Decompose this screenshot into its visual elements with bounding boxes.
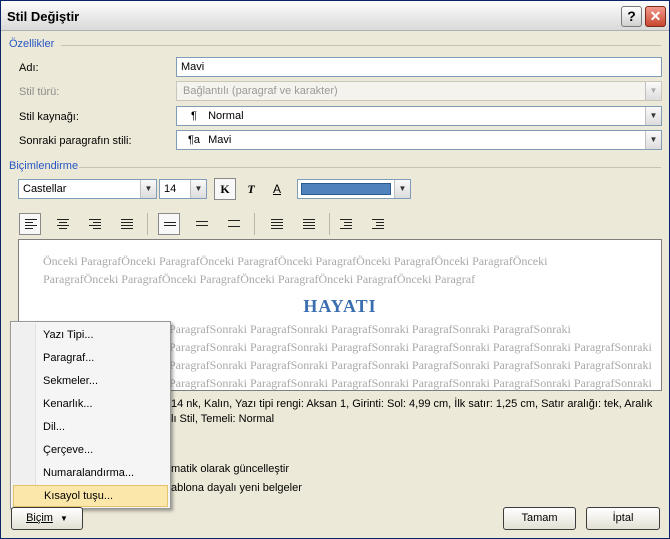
bold-button[interactable]: K (214, 178, 236, 200)
increase-indent-icon (372, 219, 384, 231)
style-type-select[interactable]: Bağlantılı (paragraf ve karakter) ▼ (176, 81, 662, 101)
double-spacing-icon (228, 220, 240, 229)
decrease-spacing-button[interactable] (297, 213, 319, 235)
font-name-value: Castellar (23, 183, 67, 195)
caret-down-icon: ▼ (60, 514, 68, 523)
font-size-value: 14 (164, 183, 177, 195)
preview-next-line: ParagrafSonraki ParagrafSonraki Paragraf… (169, 322, 571, 336)
modify-style-dialog: Stil Değiştir ? ✕ Özellikler Adı: Mavi S… (0, 0, 670, 539)
preview-next-line: ParagrafSonraki ParagrafSonraki Paragraf… (169, 376, 652, 390)
decrease-indent-icon (340, 219, 352, 231)
ok-button[interactable]: Tamam (503, 507, 576, 530)
decrease-spacing-icon (303, 219, 315, 231)
justify-button[interactable] (115, 213, 137, 235)
chevron-down-icon: ▼ (190, 180, 206, 198)
preview-previous-line: Önceki ParagrafÖnceki ParagrafÖnceki Par… (43, 254, 548, 268)
align-center-button[interactable] (51, 213, 73, 235)
based-on-value-wrap: ¶ Normal (183, 110, 244, 122)
double-spacing-button[interactable] (222, 213, 244, 235)
chevron-down-icon: ▼ (645, 82, 661, 100)
decrease-indent-button[interactable] (334, 213, 356, 235)
dialog-title: Stil Değiştir (7, 9, 80, 24)
align-center-icon (57, 219, 69, 231)
preview-next-line: ParagrafSonraki ParagrafSonraki Paragraf… (169, 340, 652, 354)
based-on-label: Stil kaynağı: (19, 111, 79, 123)
style-type-value: Bağlantılı (paragraf ve karakter) (183, 85, 338, 97)
align-right-button[interactable] (83, 213, 105, 235)
menu-item-frame[interactable]: Çerçeve... (13, 439, 168, 461)
paragraph-mark-icon: ¶ (191, 110, 197, 122)
increase-indent-button[interactable] (366, 213, 388, 235)
preview-previous-paragraph: Önceki ParagrafÖnceki ParagrafÖnceki Par… (43, 252, 547, 288)
single-spacing-icon (164, 222, 176, 228)
menu-item-tabs[interactable]: Sekmeler... (13, 370, 168, 392)
preview-next-line: ParagrafSonraki ParagrafSonraki Paragraf… (169, 358, 652, 372)
formatting-divider (79, 167, 661, 168)
style-type-label: Stil türü: (19, 86, 60, 98)
auto-update-checkbox-label[interactable]: matik olarak güncelleştir (171, 463, 289, 475)
menu-item-paragraph[interactable]: Paragraf... (13, 347, 168, 369)
toolbar-separator (147, 213, 148, 235)
new-documents-radio-label[interactable]: ablona dayalı yeni belgeler (171, 482, 302, 494)
increase-spacing-icon (271, 219, 283, 231)
format-menu: Yazı Tipi... Paragraf... Sekmeler... Ken… (10, 321, 171, 509)
next-style-value-wrap: ¶a Mavi (183, 134, 231, 146)
align-left-button[interactable] (19, 213, 41, 235)
font-name-select[interactable]: Castellar ▼ (18, 179, 157, 199)
chevron-down-icon: ▼ (394, 180, 410, 198)
toolbar-separator (254, 213, 255, 235)
chevron-down-icon: ▼ (645, 107, 661, 125)
chevron-down-icon: ▼ (645, 131, 661, 149)
properties-divider (61, 45, 661, 46)
one-half-spacing-icon (196, 221, 208, 228)
toolbar-separator (329, 213, 330, 235)
menu-item-shortcut-key[interactable]: Kısayol tuşu... (13, 485, 168, 507)
one-half-spacing-button[interactable] (190, 213, 212, 235)
title-bar: Stil Değiştir ? ✕ (1, 1, 669, 31)
font-size-select[interactable]: 14 ▼ (159, 179, 207, 199)
menu-item-font[interactable]: Yazı Tipi... (13, 324, 168, 346)
cancel-button[interactable]: İptal (586, 507, 660, 530)
chevron-down-icon: ▼ (140, 180, 156, 198)
menu-item-numbering[interactable]: Numaralandırma... (13, 462, 168, 484)
preview-previous-line: ParagrafÖnceki ParagrafÖnceki ParagrafÖn… (43, 272, 476, 286)
single-spacing-button[interactable] (158, 213, 180, 235)
next-style-label: Sonraki paragrafın stili: (19, 135, 132, 147)
preview-sample-text: HAYATI (303, 296, 377, 316)
format-button-label: Biçim (26, 512, 53, 524)
preview-next-paragraph: ParagrafSonraki ParagrafSonraki Paragraf… (169, 320, 652, 390)
justify-icon (121, 219, 133, 231)
font-color-swatch (301, 183, 391, 195)
underline-button[interactable]: A (266, 178, 288, 200)
menu-item-language[interactable]: Dil... (13, 416, 168, 438)
italic-button[interactable]: T (240, 178, 262, 200)
next-style-select[interactable]: ¶a Mavi ▼ (176, 130, 662, 150)
next-style-value: Mavi (208, 134, 232, 146)
formatting-group-label: Biçimlendirme (9, 160, 79, 172)
format-button[interactable]: Biçim ▼ (11, 507, 83, 530)
based-on-select[interactable]: ¶ Normal ▼ (176, 106, 662, 126)
align-left-icon (25, 219, 37, 231)
font-color-select[interactable]: ▼ (297, 179, 411, 199)
name-input[interactable]: Mavi (176, 57, 662, 77)
increase-spacing-button[interactable] (265, 213, 287, 235)
menu-item-border[interactable]: Kenarlık... (13, 393, 168, 415)
linked-style-icon: ¶a (187, 134, 201, 146)
properties-group-label: Özellikler (9, 38, 55, 50)
close-button[interactable]: ✕ (645, 6, 666, 27)
based-on-value: Normal (208, 110, 244, 122)
align-right-icon (89, 219, 101, 231)
help-button[interactable]: ? (621, 6, 642, 27)
name-label: Adı: (19, 62, 39, 74)
